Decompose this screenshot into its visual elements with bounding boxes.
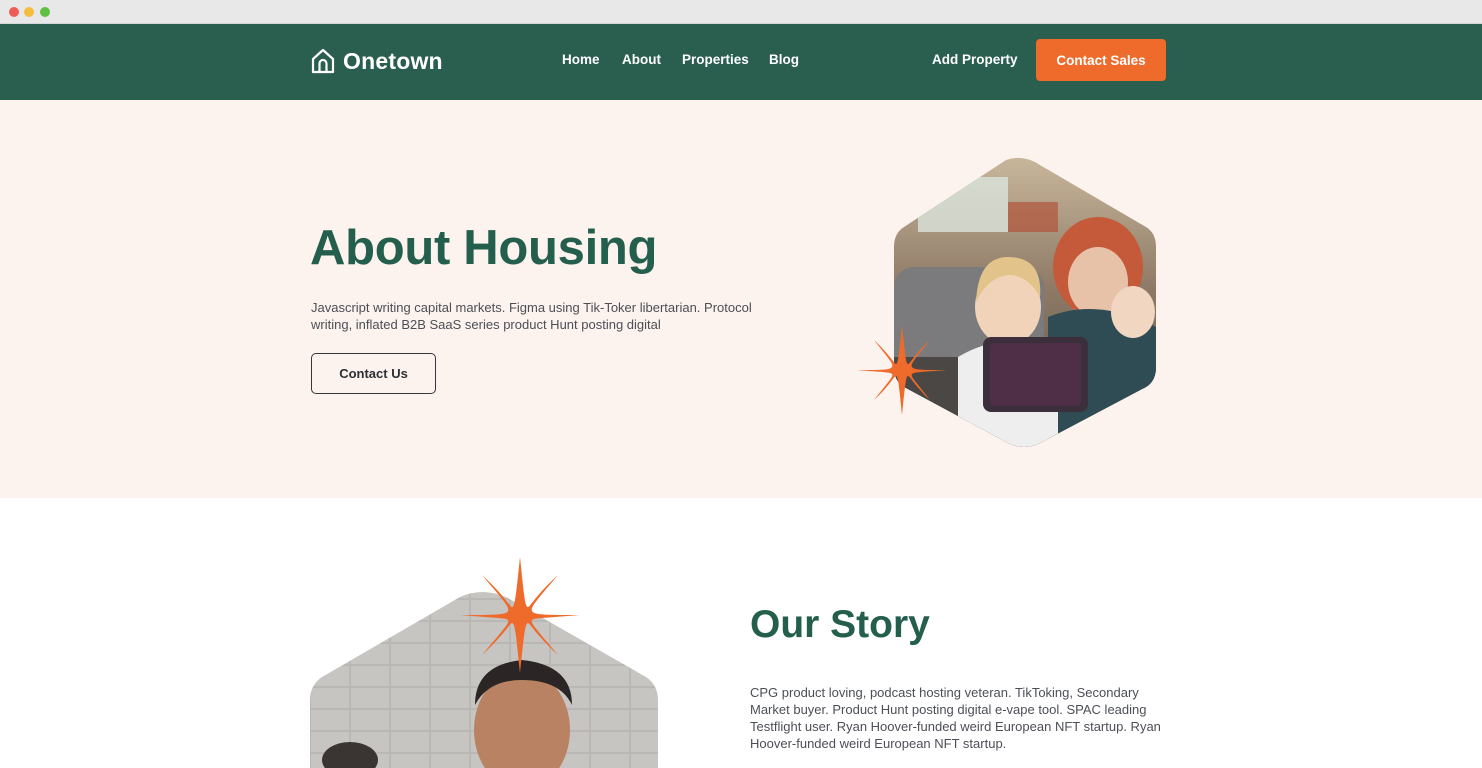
story-title: Our Story (750, 603, 930, 646)
contact-sales-button[interactable]: Contact Sales (1036, 39, 1166, 81)
house-icon (311, 48, 335, 74)
hero-description: Javascript writing capital markets. Figm… (311, 300, 752, 332)
contact-us-button[interactable]: Contact Us (311, 353, 436, 394)
brand-logo[interactable]: Onetown (311, 46, 443, 76)
nav-link-blog[interactable]: Blog (769, 52, 799, 67)
smiling-man-photo (310, 557, 658, 768)
story-description: CPG product loving, podcast hosting vete… (750, 685, 1161, 751)
nav-link-properties[interactable]: Properties (682, 52, 749, 67)
hero-title: About Housing (310, 221, 658, 275)
close-window-button[interactable] (9, 7, 19, 17)
minimize-window-button[interactable] (24, 7, 34, 17)
top-navigation: Onetown Home About Properties Blog Add P… (0, 24, 1482, 100)
nav-link-home[interactable]: Home (562, 52, 600, 67)
family-with-tablet-photo (858, 157, 1156, 447)
add-property-link[interactable]: Add Property (932, 52, 1018, 67)
brand-name: Onetown (343, 47, 443, 74)
maximize-window-button[interactable] (40, 7, 50, 17)
window-titlebar (0, 0, 1482, 24)
hero-section: About Housing Javascript writing capital… (0, 100, 1482, 498)
nav-link-about[interactable]: About (622, 52, 661, 67)
